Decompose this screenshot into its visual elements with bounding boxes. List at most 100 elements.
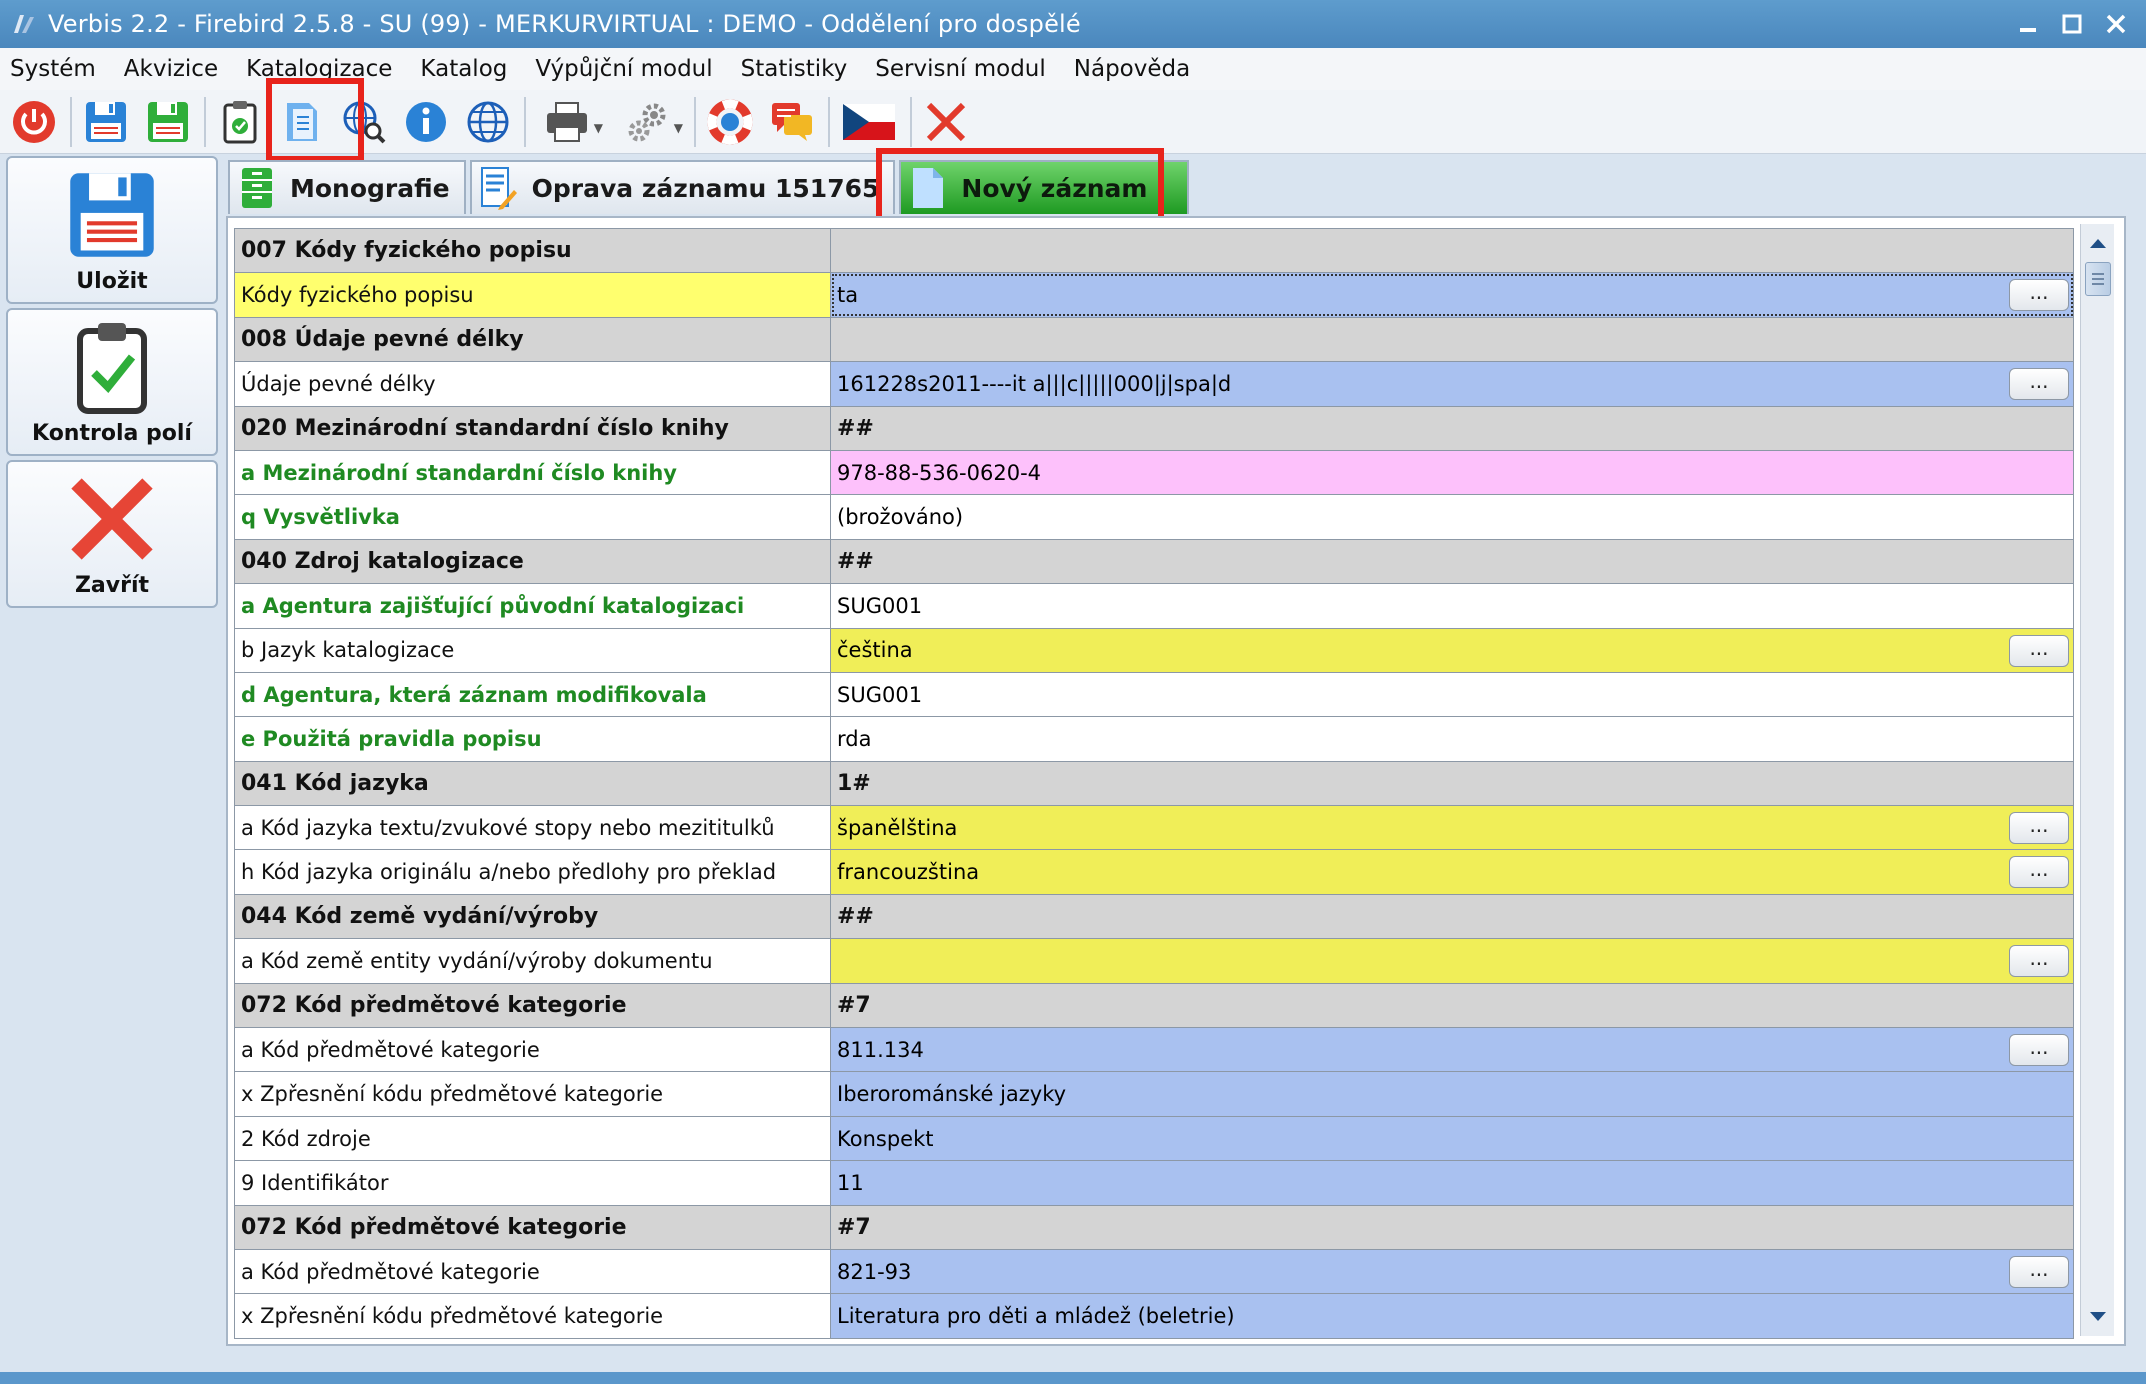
subfield-row[interactable]: a Mezinárodní standardní číslo knihy 978-… — [234, 449, 2074, 496]
subfield-row[interactable]: a Agentura zajišťující původní katalogiz… — [234, 583, 2074, 629]
tab-oprava-zaznamu[interactable]: Oprava záznamu 151765 — [469, 160, 896, 214]
value-text: SUG001 — [837, 682, 923, 707]
subfield-row[interactable]: 9 Identifikátor 11 — [234, 1160, 2074, 1206]
subfield-row[interactable]: b Jazyk katalogizace čeština... — [234, 627, 2074, 673]
subfield-value[interactable]: Literatura pro děti a mládež (beletrie) — [830, 1293, 2074, 1339]
save-green-button[interactable] — [140, 94, 196, 150]
czech-flag-language-button[interactable] — [836, 94, 902, 150]
field-header-label: 040 Zdroj katalogizace — [234, 538, 831, 585]
subfield-row[interactable]: a Kód předmětové kategorie 821-93... — [234, 1248, 2074, 1295]
field-header-row: 041 Kód jazyka 1# — [234, 760, 2074, 807]
toolbar-separator — [70, 96, 72, 147]
close-toolbar-button[interactable] — [918, 94, 974, 150]
subfield-value[interactable]: Iberorománské jazyky — [830, 1071, 2074, 1117]
menu-statistiky[interactable]: Statistiky — [727, 56, 862, 82]
chevron-down-icon[interactable]: ▼ — [674, 121, 683, 135]
subfield-value[interactable]: ... — [830, 938, 2074, 984]
power-button[interactable] — [6, 94, 62, 150]
scroll-up-icon[interactable] — [2084, 228, 2112, 258]
subfield-row[interactable]: Kódy fyzického popisu ta... — [234, 272, 2074, 318]
lookup-ellipsis-button[interactable]: ... — [2009, 279, 2069, 312]
lookup-ellipsis-button[interactable]: ... — [2009, 1255, 2069, 1288]
settings-button[interactable]: ▼ — [612, 94, 686, 150]
chevron-down-icon[interactable]: ▼ — [594, 121, 603, 135]
indicator-value[interactable]: 1# — [830, 760, 2074, 807]
subfield-label: x Zpřesnění kódu předmětové kategorie — [234, 1071, 831, 1117]
title-bar: Verbis 2.2 - Firebird 2.5.8 - SU (99) - … — [0, 0, 2146, 48]
menu-system[interactable]: Systém — [0, 56, 110, 82]
lookup-ellipsis-button[interactable]: ... — [2009, 634, 2069, 667]
subfield-value[interactable]: francouzština... — [830, 849, 2074, 895]
subfield-row[interactable]: 2 Kód zdroje Konspekt — [234, 1115, 2074, 1162]
subfield-value[interactable]: ta... — [830, 272, 2074, 318]
lookup-ellipsis-button[interactable]: ... — [2009, 1034, 2069, 1067]
value-text: francouzština — [837, 860, 980, 885]
subfield-value[interactable]: rda — [830, 716, 2074, 762]
indicator-value[interactable] — [830, 227, 2074, 274]
lookup-ellipsis-button[interactable]: ... — [2009, 812, 2069, 845]
menu-napoveda[interactable]: Nápověda — [1060, 56, 1204, 82]
lookup-ellipsis-button[interactable]: ... — [2009, 945, 2069, 978]
menu-vypujcni-modul[interactable]: Výpůjční modul — [521, 56, 726, 82]
subfield-row[interactable]: d Agentura, která záznam modifikovala SUG… — [234, 671, 2074, 718]
chat-messages-button[interactable] — [764, 94, 820, 150]
scroll-down-icon[interactable] — [2084, 1302, 2112, 1332]
subfield-row[interactable]: h Kód jazyka originálu a/nebo předlohy p… — [234, 849, 2074, 895]
subfield-value[interactable]: Konspekt — [830, 1115, 2074, 1162]
close-window-icon[interactable] — [2094, 4, 2138, 44]
menu-katalog[interactable]: Katalog — [406, 56, 521, 82]
indicator-value[interactable]: ## — [830, 893, 2074, 940]
subfield-label: a Kód předmětové kategorie — [234, 1027, 831, 1073]
save-toolbar-button[interactable] — [78, 94, 134, 150]
value-text: čeština — [837, 638, 913, 663]
print-button[interactable]: ▼ — [532, 94, 606, 150]
lookup-ellipsis-button[interactable]: ... — [2009, 368, 2069, 401]
menu-akvizice[interactable]: Akvizice — [110, 56, 232, 82]
close-button[interactable]: Zavřít — [6, 460, 218, 608]
check-fields-button[interactable]: Kontrola polí — [6, 308, 218, 456]
subfield-value[interactable]: čeština... — [830, 627, 2074, 673]
floppy-disk-icon — [70, 173, 154, 257]
subfield-value[interactable]: 821-93... — [830, 1248, 2074, 1295]
subfield-value[interactable]: 11 — [830, 1160, 2074, 1206]
indicator-value[interactable]: #7 — [830, 1204, 2074, 1250]
subfield-row[interactable]: a Kód země entity vydání/výroby dokument… — [234, 938, 2074, 984]
indicator-value[interactable]: #7 — [830, 982, 2074, 1029]
info-button[interactable] — [398, 94, 454, 150]
tab-monografie[interactable]: Monografie — [228, 160, 466, 214]
value-text: #7 — [837, 1214, 871, 1240]
maximize-icon[interactable] — [2050, 4, 2094, 44]
globe-button[interactable] — [460, 94, 516, 150]
subfield-row[interactable]: e Použitá pravidla popisu rda — [234, 716, 2074, 762]
vertical-scrollbar[interactable] — [2080, 224, 2114, 1336]
subfield-value[interactable]: SUG001 — [830, 671, 2074, 718]
value-text: 11 — [837, 1170, 864, 1195]
subfield-value[interactable]: SUG001 — [830, 583, 2074, 629]
clipboard-check-button[interactable] — [212, 94, 268, 150]
scroll-thumb[interactable] — [2085, 262, 2111, 296]
value-text: ## — [837, 415, 874, 441]
subfield-row[interactable]: Údaje pevné délky 161228s2011----it a|||c… — [234, 361, 2074, 407]
subfield-label: a Kód jazyka textu/zvukové stopy nebo me… — [234, 805, 831, 851]
subfield-value[interactable]: španělština... — [830, 805, 2074, 851]
subfield-value[interactable]: 811.134... — [830, 1027, 2074, 1073]
indicator-value[interactable]: ## — [830, 405, 2074, 451]
book-stack-icon — [238, 166, 276, 210]
subfield-row[interactable]: q Vysvětlivka (brožováno) — [234, 494, 2074, 540]
subfield-row[interactable]: a Kód jazyka textu/zvukové stopy nebo me… — [234, 805, 2074, 851]
save-button[interactable]: Uložit — [6, 156, 218, 304]
lifebuoy-help-button[interactable] — [702, 94, 758, 150]
menu-servisni-modul[interactable]: Servisní modul — [861, 56, 1060, 82]
indicator-value[interactable] — [830, 316, 2074, 363]
subfield-row[interactable]: a Kód předmětové kategorie 811.134... — [234, 1027, 2074, 1073]
subfield-value[interactable]: 161228s2011----it a|||c|||||000|j|spa|d.… — [830, 361, 2074, 407]
indicator-value[interactable]: ## — [830, 538, 2074, 585]
lookup-ellipsis-button[interactable]: ... — [2009, 856, 2069, 889]
subfield-value[interactable]: (brožováno) — [830, 494, 2074, 540]
subfield-row[interactable]: x Zpřesnění kódu předmětové kategorie Ibe… — [234, 1071, 2074, 1117]
subfield-row[interactable]: x Zpřesnění kódu předmětové kategorie Lit… — [234, 1293, 2074, 1339]
subfield-label: x Zpřesnění kódu předmětové kategorie — [234, 1293, 831, 1339]
subfield-label: Kódy fyzického popisu — [234, 272, 831, 318]
minimize-icon[interactable] — [2006, 4, 2050, 44]
subfield-value[interactable]: 978-88-536-0620-4 — [830, 449, 2074, 496]
